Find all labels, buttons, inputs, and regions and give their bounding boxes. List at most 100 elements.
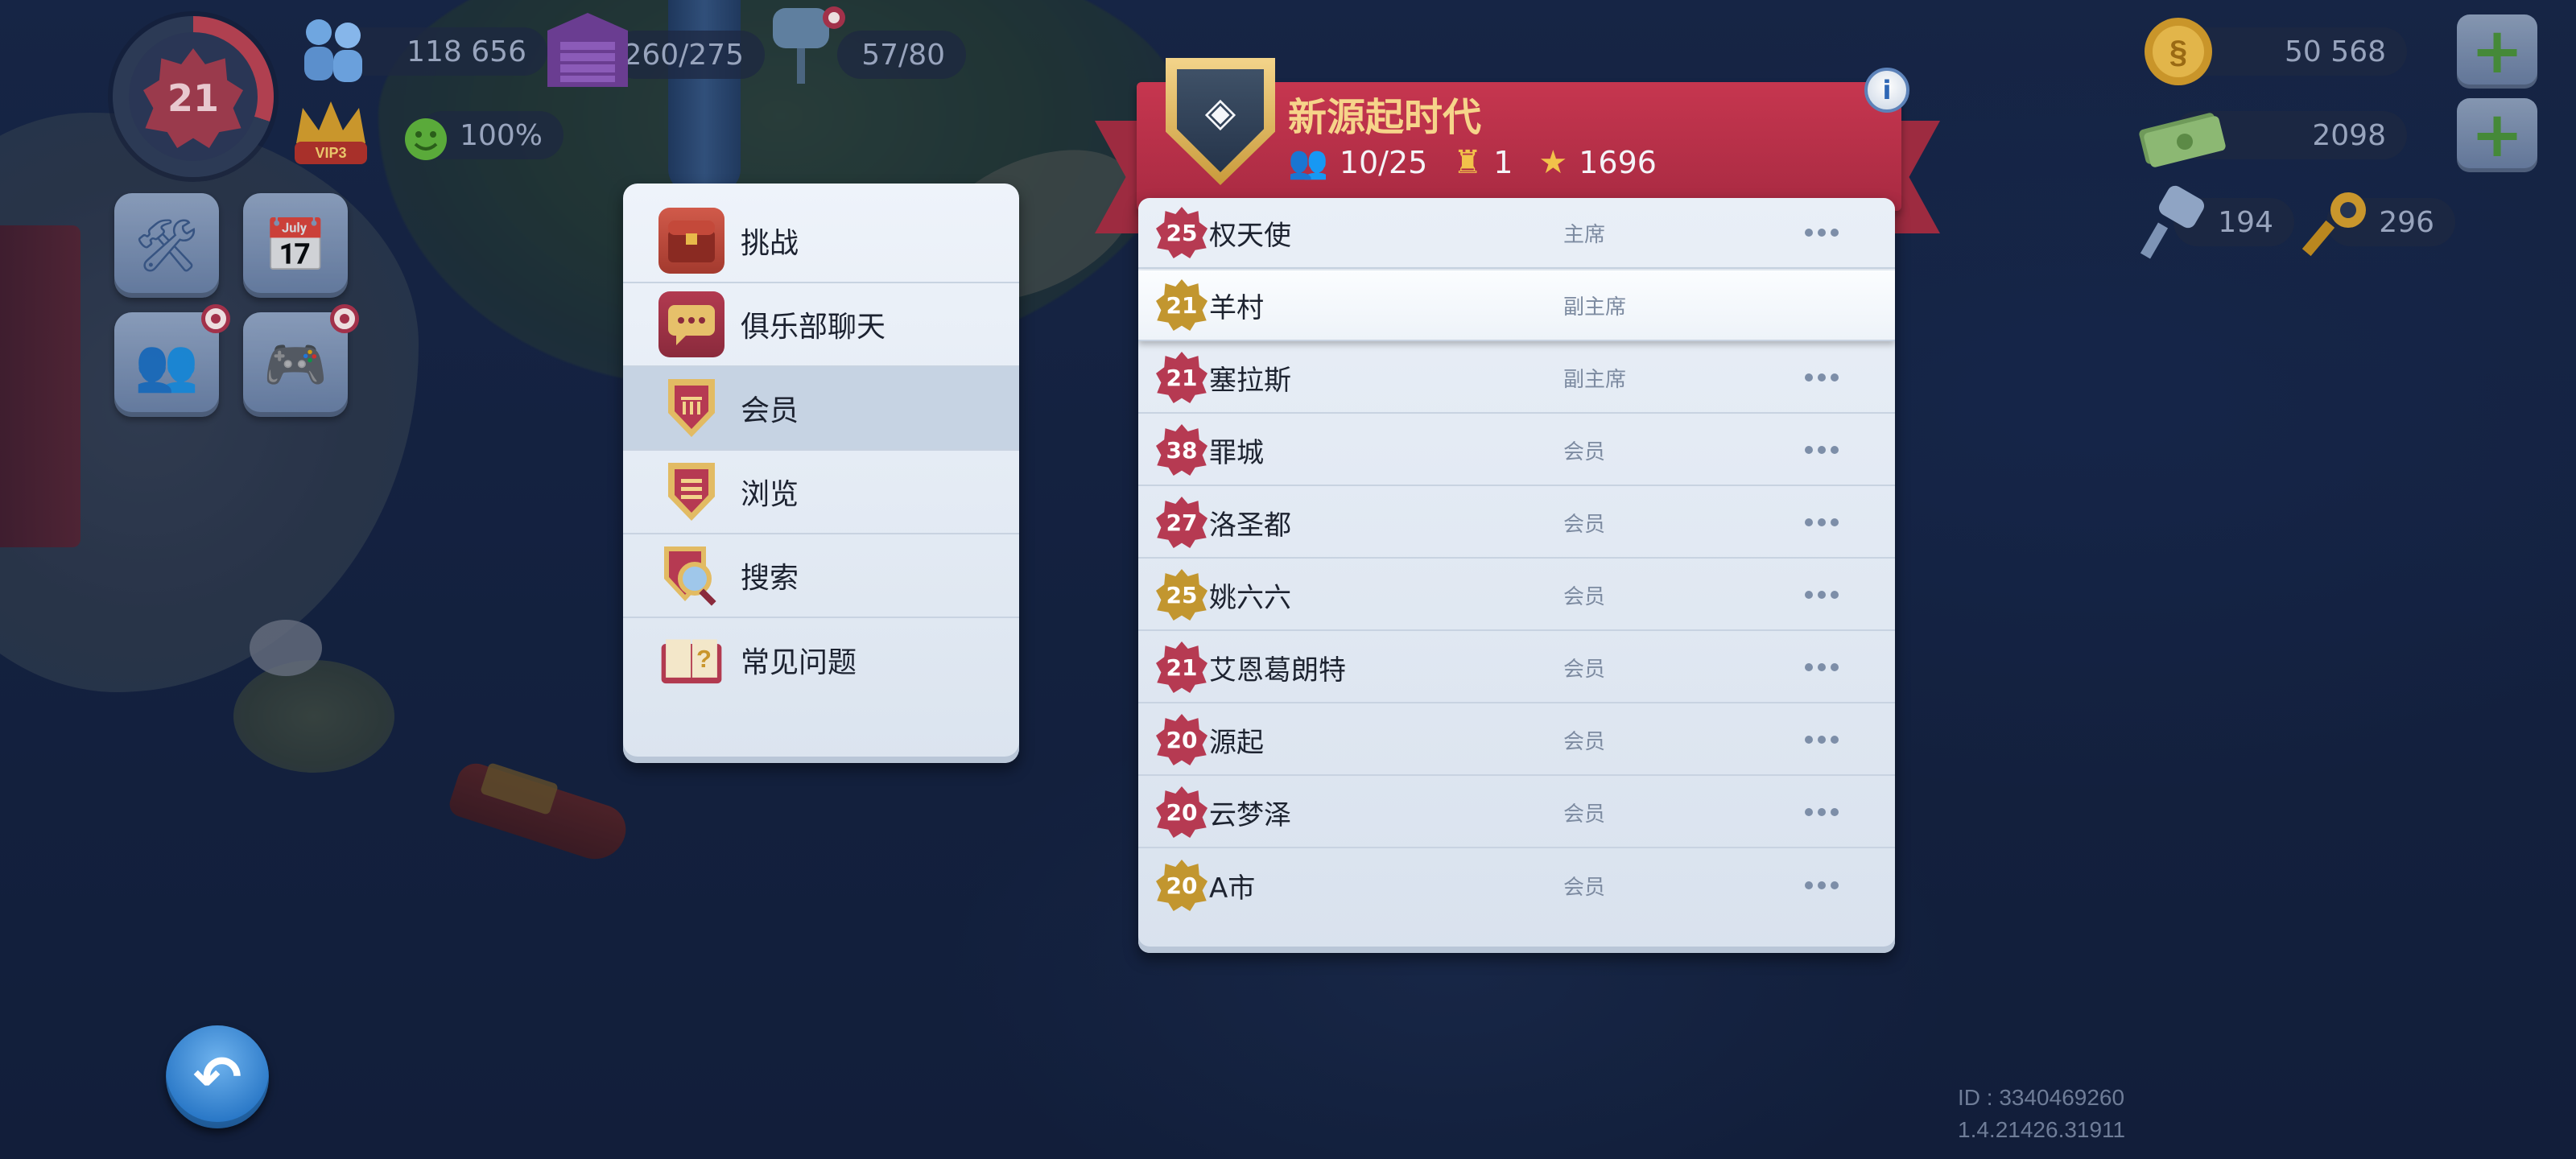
club-stats: 👥 10/25 ♜ 1 ★ 1696 — [1288, 143, 1657, 182]
members-shield-icon — [658, 375, 724, 441]
add-simcash-button[interactable]: + — [2457, 98, 2537, 172]
member-name: A市 — [1209, 872, 1256, 905]
menu-item-challenge[interactable]: 挑战 — [623, 200, 1019, 283]
water-value: 57/80 — [861, 38, 945, 72]
member-name: 云梦泽 — [1209, 798, 1291, 831]
back-button[interactable]: ↶ — [166, 1025, 269, 1128]
calendar-icon: 📅 — [263, 216, 328, 276]
club-points: 1696 — [1579, 144, 1657, 180]
member-row[interactable]: 27 洛圣都 会员 — [1138, 488, 1895, 559]
member-row[interactable]: 21 塞拉斯 副主席 — [1138, 343, 1895, 414]
svg-text:§: § — [2169, 35, 2187, 70]
menu-item-browse[interactable]: 浏览 — [623, 451, 1019, 534]
water-tower-icon — [757, 0, 853, 89]
more-options-icon[interactable] — [1805, 518, 1853, 526]
member-row[interactable]: 20 源起 会员 — [1138, 705, 1895, 776]
population-value: 118 656 — [407, 35, 526, 68]
game-controller-button[interactable]: 🎮 — [243, 312, 348, 417]
simoleons-value: 50 568 — [2285, 35, 2386, 68]
vip-crown-icon[interactable]: VIP3 — [287, 95, 375, 175]
member-role: 会员 — [1563, 875, 1606, 900]
menu-label-challenge: 挑战 — [741, 227, 799, 260]
calendar-button[interactable]: 📅 — [243, 193, 348, 298]
member-role: 主席 — [1563, 222, 1606, 247]
storage-value: 260/275 — [623, 38, 744, 72]
member-role: 会员 — [1563, 729, 1606, 754]
member-name: 艾恩葛朗特 — [1209, 654, 1346, 687]
happiness-value: 100% — [460, 118, 543, 152]
social-button[interactable]: 👥 — [114, 312, 219, 417]
water-counter[interactable]: 57/80 — [837, 31, 966, 79]
more-options-icon[interactable] — [1805, 446, 1853, 454]
population-icon — [290, 14, 378, 87]
member-role: 会员 — [1563, 802, 1606, 827]
more-options-icon[interactable] — [1805, 736, 1853, 744]
more-options-icon[interactable] — [1805, 229, 1853, 237]
vip-label: VIP3 — [315, 145, 346, 161]
member-level-badge: 38 — [1156, 424, 1208, 476]
neo-key-icon — [2133, 179, 2222, 267]
members-icon: 👥 — [1288, 144, 1328, 181]
more-options-icon[interactable] — [1805, 663, 1853, 671]
faq-book-icon: ? — [658, 627, 724, 693]
smiley-icon — [399, 113, 452, 166]
member-role: 会员 — [1563, 584, 1606, 609]
menu-label-browse: 浏览 — [741, 478, 799, 511]
member-level-badge: 27 — [1156, 497, 1208, 548]
star-coin-icon: ★ — [1538, 143, 1568, 181]
more-options-icon[interactable] — [1805, 808, 1853, 816]
tools-icon: 🛠 — [134, 216, 200, 276]
member-level-badge: 20 — [1156, 860, 1208, 911]
more-options-icon[interactable] — [1805, 881, 1853, 889]
game-controller-icon: 🎮 — [263, 335, 328, 395]
menu-item-club-chat[interactable]: 俱乐部聊天 — [623, 283, 1019, 367]
svg-text:?: ? — [696, 645, 712, 673]
member-row[interactable]: 25 姚六六 会员 — [1138, 560, 1895, 631]
member-row[interactable]: 20 云梦泽 会员 — [1138, 777, 1895, 848]
simoleon-coin-icon: § — [2138, 11, 2219, 92]
add-simoleons-button[interactable]: + — [2457, 14, 2537, 89]
member-role: 副主席 — [1563, 295, 1627, 320]
simcash-value: 2098 — [2312, 118, 2386, 152]
chat-bubble-icon — [658, 291, 724, 357]
simcash-bills-icon — [2133, 100, 2230, 172]
member-name: 源起 — [1209, 726, 1264, 759]
tools-button[interactable]: 🛠 — [114, 193, 219, 298]
member-row[interactable]: 21 艾恩葛朗特 会员 — [1138, 633, 1895, 703]
club-info-button[interactable]: i — [1864, 68, 1909, 113]
menu-label-members: 会员 — [741, 394, 799, 427]
club-members-count: 10/25 — [1339, 144, 1428, 180]
member-level-badge: 21 — [1156, 352, 1208, 403]
member-name: 罪城 — [1209, 436, 1264, 469]
member-row[interactable]: 25 权天使 主席 — [1138, 198, 1895, 269]
plus-icon: + — [2471, 15, 2524, 88]
member-row[interactable]: 21 羊村 副主席 — [1138, 270, 1895, 341]
member-row[interactable]: 38 罪城 会员 — [1138, 415, 1895, 486]
war-tower-icon: ♜ — [1453, 143, 1483, 181]
neo-keys-value: 194 — [2218, 205, 2273, 239]
member-level-badge: 21 — [1156, 641, 1208, 693]
plus-icon: + — [2471, 99, 2524, 171]
club-name: 新源起时代 — [1288, 95, 1482, 140]
treasure-chest-icon — [658, 208, 724, 274]
member-level-badge: 25 — [1156, 207, 1208, 258]
back-arrow-icon: ↶ — [192, 1043, 242, 1111]
player-id: ID : 3340469260 — [1958, 1085, 2125, 1110]
search-magnifier-icon — [658, 542, 724, 608]
member-name: 塞拉斯 — [1209, 364, 1291, 397]
member-row[interactable]: 20 A市 会员 — [1138, 850, 1895, 921]
more-options-icon[interactable] — [1805, 591, 1853, 599]
game-version: 1.4.21426.31911 — [1958, 1117, 2126, 1142]
member-role: 副主席 — [1563, 367, 1627, 392]
menu-item-faq[interactable]: ? 常见问题 — [623, 618, 1019, 702]
member-level-badge: 20 — [1156, 714, 1208, 765]
member-role: 会员 — [1563, 439, 1606, 464]
menu-item-search[interactable]: 搜索 — [623, 534, 1019, 618]
menu-label-search: 搜索 — [741, 562, 799, 595]
golden-key-icon — [2294, 179, 2383, 267]
member-role: 会员 — [1563, 512, 1606, 537]
menu-item-members[interactable]: 会员 — [623, 367, 1019, 451]
notification-dot — [330, 304, 359, 333]
more-options-icon[interactable] — [1805, 373, 1853, 382]
member-role: 会员 — [1563, 657, 1606, 682]
